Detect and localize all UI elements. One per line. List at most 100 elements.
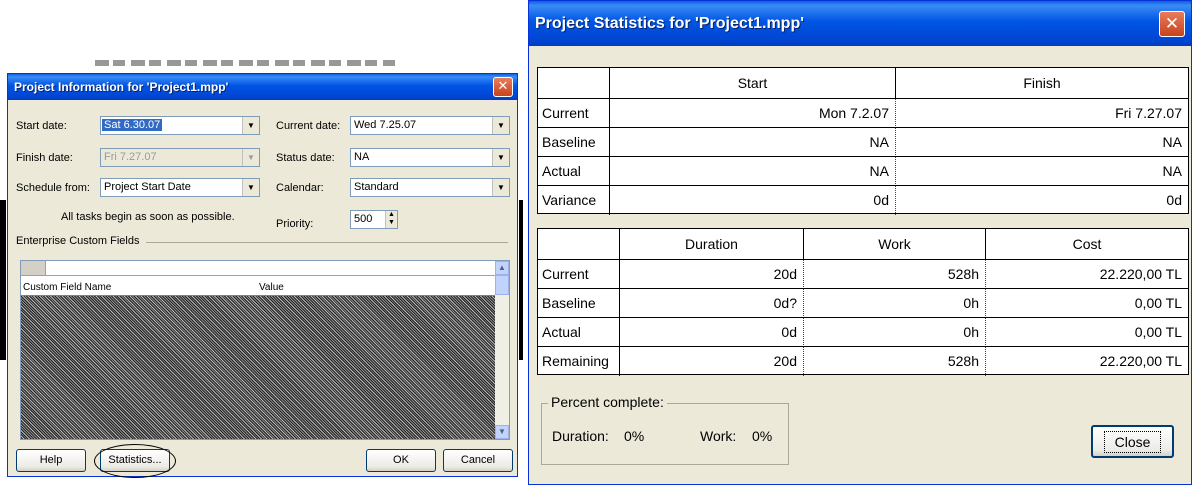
priority-spinner[interactable]: 500 ▲ ▼ <box>350 210 398 229</box>
vertical-scrollbar[interactable]: ▲ ▼ <box>495 261 509 439</box>
priority-label: Priority: <box>276 218 314 230</box>
column-header-value[interactable]: Value <box>259 282 284 293</box>
table-row: Baseline NA NA <box>538 127 1188 157</box>
chevron-down-icon[interactable]: ▼ <box>242 149 259 166</box>
column-header-cost: Cost <box>1072 236 1102 252</box>
current-date-label: Current date: <box>276 120 341 132</box>
start-cell: Mon 7.2.07 <box>610 99 896 128</box>
start-cell: NA <box>610 157 896 186</box>
dates-table: Start Finish Current Mon 7.2.07 Fri 7.27… <box>537 67 1189 215</box>
percent-complete-label: Percent complete: <box>548 394 667 410</box>
finish-date-value: Fri 7.27.07 <box>104 151 157 163</box>
help-button[interactable]: Help <box>16 449 86 472</box>
row-label: Variance <box>538 186 610 215</box>
background-edge <box>519 200 523 360</box>
duration-cell: 0d? <box>620 289 804 318</box>
row-label: Baseline <box>538 289 620 318</box>
duration-cell: 20d <box>620 260 804 289</box>
table-row: Actual 0d 0h 0,00 TL <box>538 317 1188 347</box>
status-date-value: NA <box>354 151 370 163</box>
project-statistics-dialog: Project Statistics for 'Project1.mpp' ✕ … <box>528 0 1192 485</box>
chevron-down-icon[interactable]: ▼ <box>242 117 259 134</box>
title-bar: Project Information for 'Project1.mpp' ✕ <box>8 74 517 100</box>
cost-cell: 22.220,00 TL <box>1099 266 1182 282</box>
table-row: Actual NA NA <box>538 156 1188 186</box>
table-row: Current Mon 7.2.07 Fri 7.27.07 <box>538 98 1188 128</box>
header-blank <box>538 229 620 259</box>
priority-value: 500 <box>354 213 373 225</box>
highlight-ellipse <box>94 444 176 478</box>
chevron-down-icon[interactable]: ▼ <box>492 117 509 134</box>
row-label: Actual <box>538 318 620 347</box>
start-date-field[interactable]: Sat 6.30.07 ▼ <box>100 116 260 135</box>
project-information-dialog: Project Information for 'Project1.mpp' ✕… <box>7 73 518 478</box>
grid-empty-area <box>21 296 497 439</box>
scroll-up-icon[interactable]: ▲ <box>495 261 509 275</box>
work-cell: 528h <box>804 347 986 376</box>
ok-button[interactable]: OK <box>366 449 436 472</box>
work-cell: 528h <box>804 260 986 289</box>
cost-cell: 0,00 TL <box>1134 295 1182 311</box>
column-header-start: Start <box>610 68 896 98</box>
dialog-title: Project Information for 'Project1.mpp' <box>14 80 229 94</box>
table-row: Variance 0d 0d <box>538 185 1188 215</box>
duration-cell: 20d <box>620 347 804 376</box>
start-cell: 0d <box>610 186 896 215</box>
chevron-down-icon[interactable]: ▼ <box>492 179 509 196</box>
cancel-button[interactable]: Cancel <box>443 449 513 472</box>
column-header-duration: Duration <box>620 229 804 259</box>
schedule-from-value: Project Start Date <box>104 181 191 193</box>
start-date-label: Start date: <box>16 120 67 132</box>
grid-edit-row[interactable] <box>21 261 497 276</box>
header-blank <box>538 68 610 98</box>
finish-date-label: Finish date: <box>16 152 73 164</box>
calendar-select[interactable]: Standard ▼ <box>350 178 510 197</box>
close-button[interactable]: Close <box>1091 425 1174 458</box>
scroll-thumb[interactable] <box>495 275 509 295</box>
grid-header: Custom Field Name Value <box>21 281 497 296</box>
enterprise-fields-label: Enterprise Custom Fields <box>16 235 146 247</box>
current-date-field[interactable]: Wed 7.25.07 ▼ <box>350 116 510 135</box>
row-label: Baseline <box>538 128 610 157</box>
row-label: Actual <box>538 157 610 186</box>
status-date-field[interactable]: NA ▼ <box>350 148 510 167</box>
work-table: Duration Work Cost Current 20d 528h 22.2… <box>537 228 1189 376</box>
scroll-down-icon[interactable]: ▼ <box>495 425 509 439</box>
title-bar: Project Statistics for 'Project1.mpp' ✕ <box>529 1 1191 46</box>
close-icon[interactable]: ✕ <box>1159 10 1185 37</box>
row-label: Current <box>538 260 620 289</box>
finish-cell: NA <box>1162 134 1182 150</box>
table-row: Remaining 20d 528h 22.220,00 TL <box>538 346 1188 376</box>
schedule-from-select[interactable]: Project Start Date ▼ <box>100 178 260 197</box>
schedule-note: All tasks begin as soon as possible. <box>61 211 235 223</box>
start-cell: NA <box>610 128 896 157</box>
background-edge <box>0 200 6 360</box>
status-date-label: Status date: <box>276 152 335 164</box>
schedule-from-label: Schedule from: <box>16 182 90 194</box>
calendar-label: Calendar: <box>276 182 324 194</box>
custom-fields-grid[interactable]: Custom Field Name Value ▲ ▼ <box>20 260 510 440</box>
spinner-arrows-icon[interactable]: ▲ ▼ <box>385 211 397 228</box>
close-icon[interactable]: ✕ <box>493 77 513 97</box>
percent-complete-group: Percent complete: Duration: 0% Work: 0% <box>541 394 789 465</box>
work-percent-label: Work: <box>700 428 737 444</box>
work-percent-value: 0% <box>752 428 773 444</box>
finish-date-field[interactable]: Fri 7.27.07 ▼ <box>100 148 260 167</box>
work-cell: 0h <box>804 318 986 347</box>
column-header-custom-field-name[interactable]: Custom Field Name <box>23 282 111 293</box>
cost-cell: 22.220,00 TL <box>1099 353 1182 369</box>
table-header-row: Duration Work Cost <box>538 229 1188 259</box>
dialog-title: Project Statistics for 'Project1.mpp' <box>535 14 805 32</box>
chevron-down-icon[interactable]: ▼ <box>242 179 259 196</box>
row-label: Current <box>538 99 610 128</box>
work-cell: 0h <box>804 289 986 318</box>
close-button-label: Close <box>1103 431 1162 453</box>
start-date-value: Sat 6.30.07 <box>102 119 163 131</box>
duration-percent-label: Duration: <box>552 428 609 444</box>
table-row: Baseline 0d? 0h 0,00 TL <box>538 288 1188 318</box>
duration-percent-value: 0% <box>624 428 645 444</box>
column-header-work: Work <box>804 229 986 259</box>
chevron-down-icon[interactable]: ▼ <box>492 149 509 166</box>
table-header-row: Start Finish <box>538 68 1188 98</box>
table-row: Current 20d 528h 22.220,00 TL <box>538 259 1188 289</box>
